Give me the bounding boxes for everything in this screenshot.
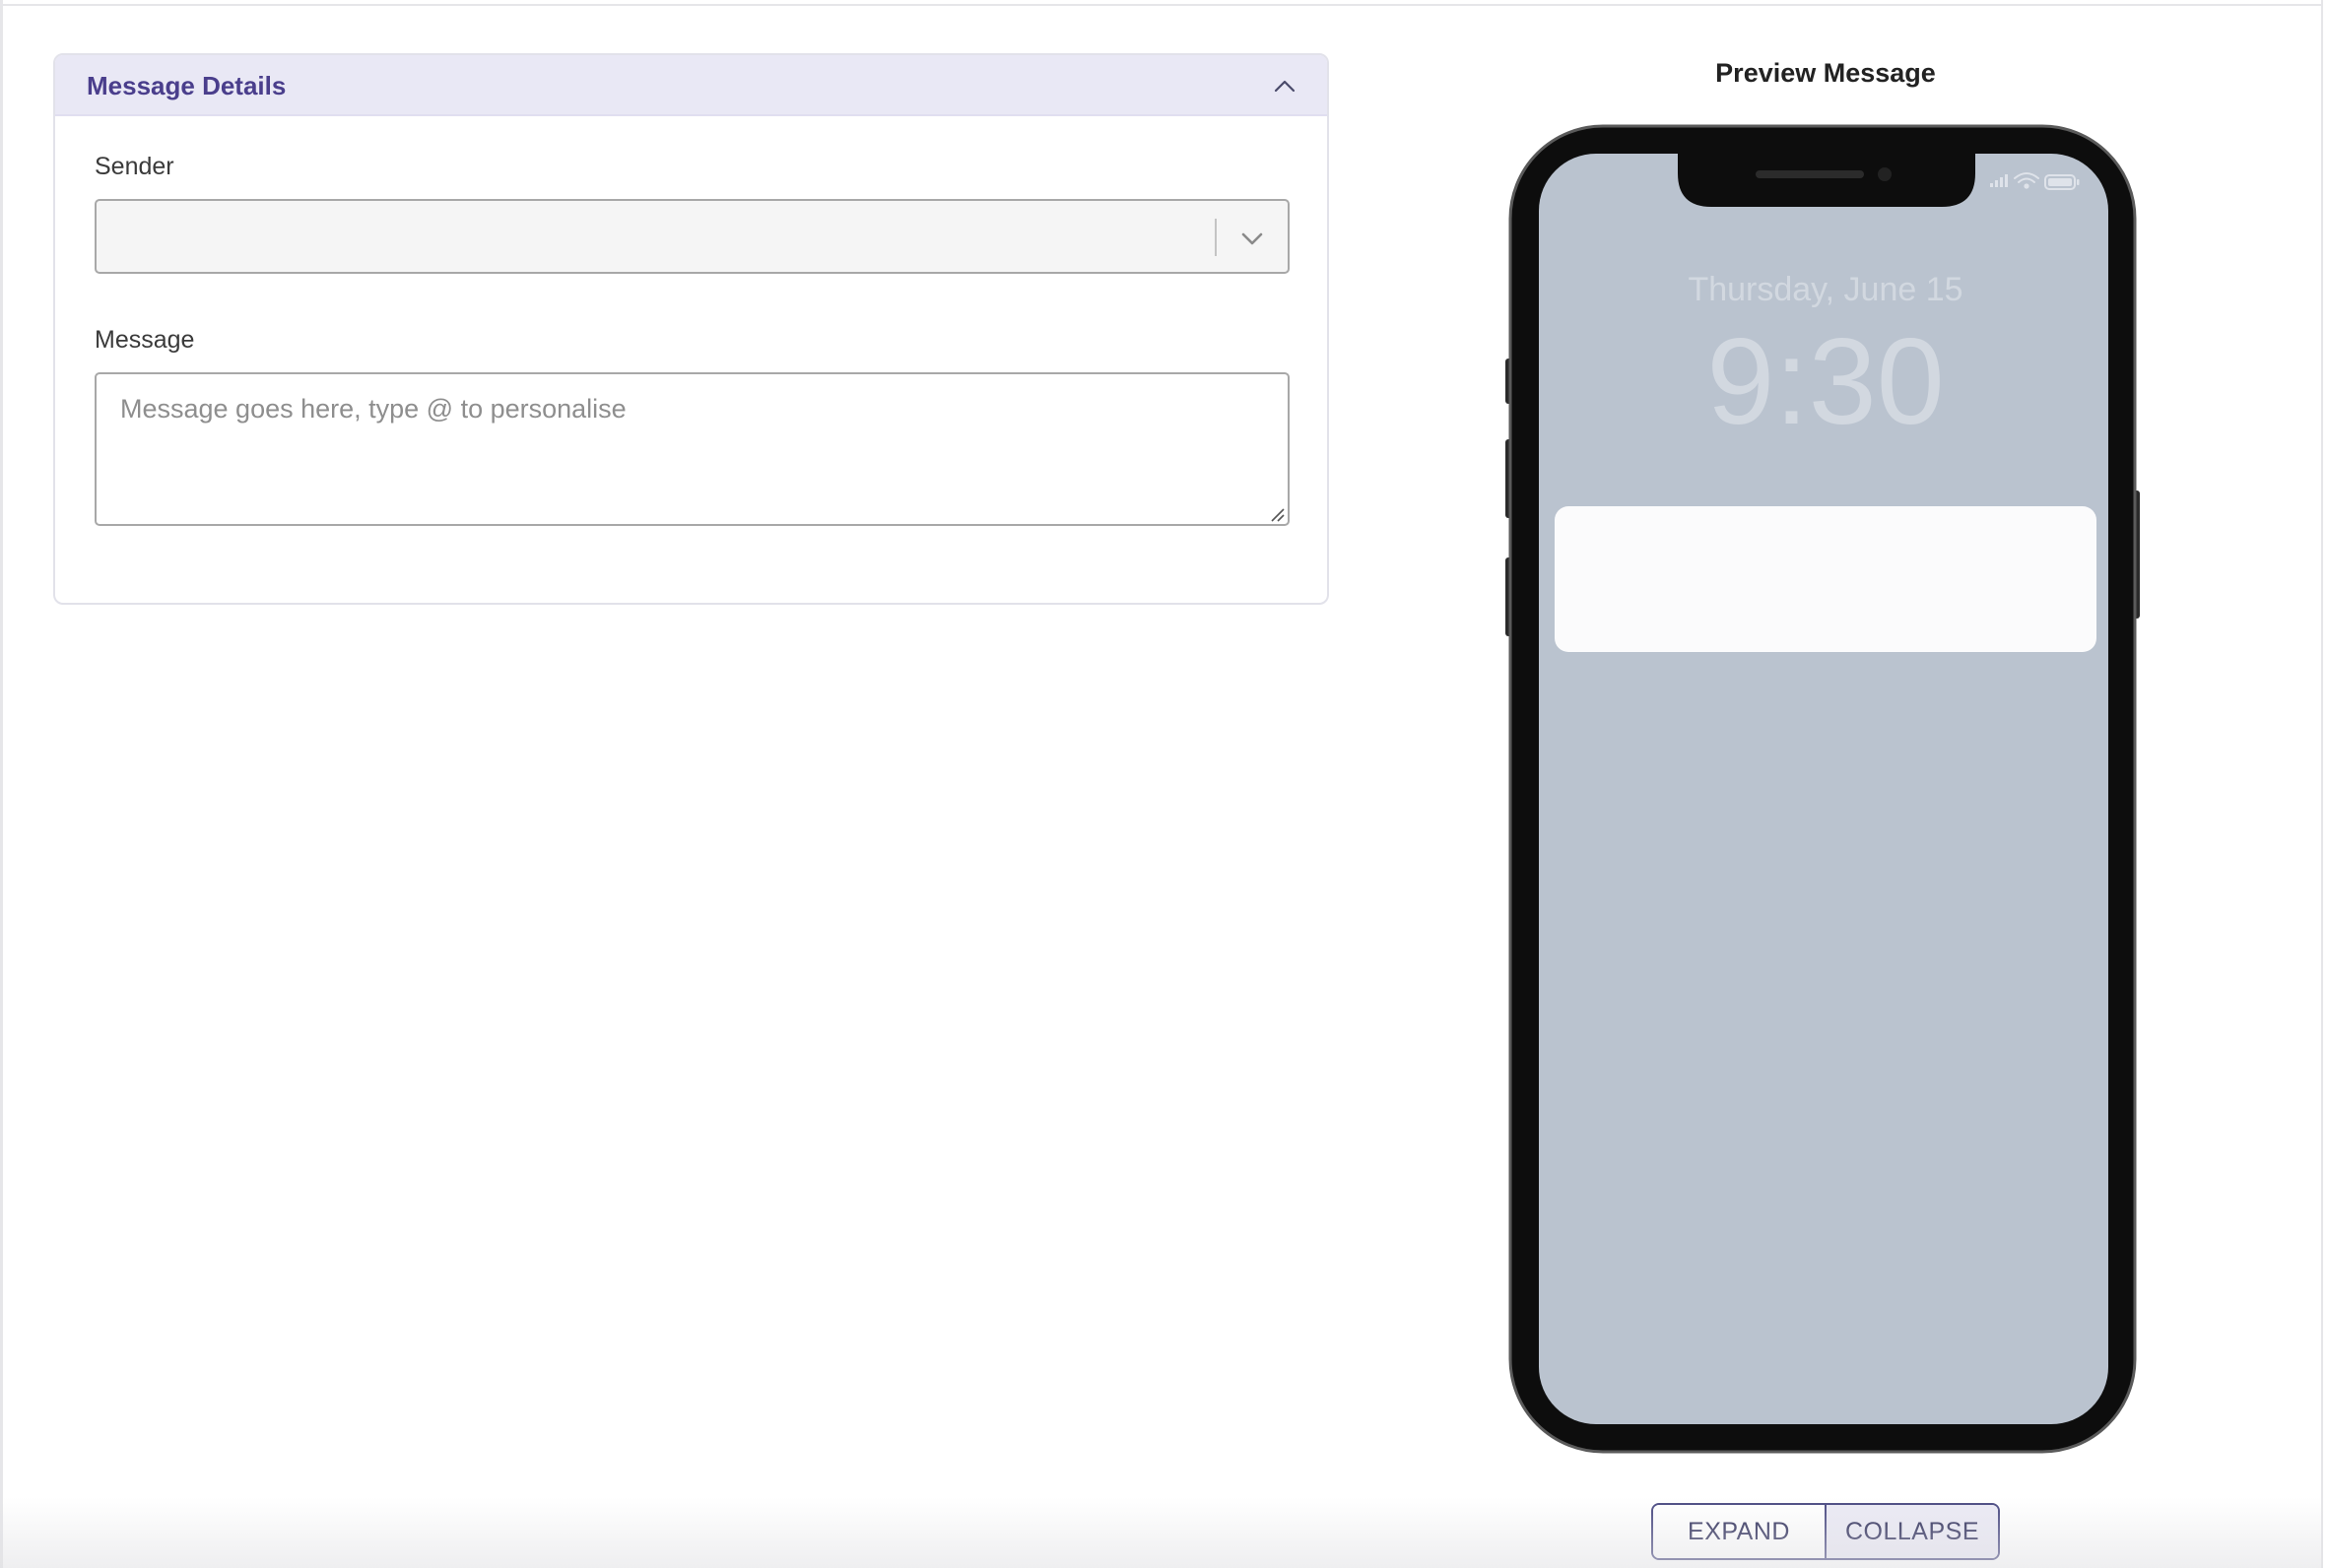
phone-notch	[1678, 152, 1975, 207]
preview-title: Preview Message	[1715, 58, 1936, 88]
top-divider	[0, 4, 2323, 6]
chevron-up-icon[interactable]	[1272, 73, 1297, 98]
chevron-down-icon[interactable]	[1238, 225, 1266, 252]
lock-screen-time: 9:30	[1706, 314, 1945, 450]
collapse-button[interactable]: COLLAPSE	[1827, 1505, 1998, 1558]
select-separator	[1215, 219, 1217, 256]
phone-camera	[1878, 167, 1892, 181]
message-details-title: Message Details	[87, 71, 287, 100]
resize-handle-icon[interactable]	[1269, 506, 1285, 522]
message-textarea[interactable]	[95, 372, 1290, 526]
sender-select[interactable]	[95, 199, 1290, 274]
sender-label: Sender	[95, 153, 174, 180]
lock-screen-date: Thursday, June 15	[1688, 271, 1963, 308]
left-divider	[0, 0, 3, 1568]
phone-speaker	[1756, 170, 1864, 178]
view-toggle: EXPAND COLLAPSE	[1651, 1503, 2000, 1560]
message-details-header[interactable]: Message Details	[55, 55, 1327, 116]
page: Message Details Sender Message Preview M…	[0, 0, 2327, 1568]
notification-preview	[1555, 506, 2096, 652]
expand-button[interactable]: EXPAND	[1653, 1505, 1827, 1558]
message-details-card: Message Details Sender Message	[53, 53, 1329, 605]
message-label: Message	[95, 326, 195, 354]
right-divider	[2321, 0, 2323, 1568]
